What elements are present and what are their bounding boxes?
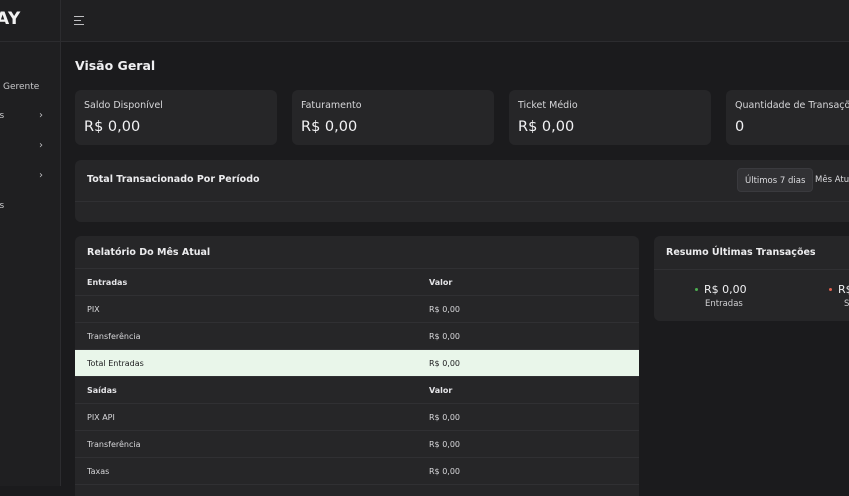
sidebar: AY Gerente as › › › es xyxy=(0,0,61,486)
summary-label: Entradas xyxy=(705,299,743,309)
sidebar-item-gerente[interactable]: Gerente xyxy=(3,82,39,92)
page-title: Visão Geral xyxy=(75,58,156,73)
period-chart-card: Total Transacionado Por Período Últimos … xyxy=(75,160,849,222)
table-row: PIX API R$ 0,00 xyxy=(75,404,639,431)
table-cell: Entradas xyxy=(87,278,128,287)
table-cell: R$ 0,00 xyxy=(429,305,461,314)
summary-card: Resumo Últimas Transações R$ 0,00 Entrad… xyxy=(654,236,849,321)
sidebar-item-4[interactable]: es xyxy=(0,201,4,211)
stat-value: R$ 0,00 xyxy=(518,119,575,135)
stat-value: 0 xyxy=(735,119,745,135)
table-cell: R$ 0,00 xyxy=(429,440,461,449)
summary-value: R$ xyxy=(838,283,849,296)
chevron-right-icon[interactable]: › xyxy=(39,110,43,121)
stat-card-quantidade: Quantidade de Transaçõe 0 xyxy=(726,90,849,145)
sidebar-item-1[interactable]: as xyxy=(0,111,4,121)
stat-label: Quantidade de Transaçõe xyxy=(735,100,849,111)
stat-card-ticket-medio: Ticket Médio R$ 0,00 xyxy=(509,90,711,145)
table-cell: R$ 0,00 xyxy=(429,467,461,476)
topbar xyxy=(61,0,849,42)
card-title: Resumo Últimas Transações xyxy=(666,247,816,258)
table-cell: PIX API xyxy=(87,413,115,422)
summary-label: S xyxy=(844,299,849,309)
table-row: Taxas R$ 0,00 xyxy=(75,458,639,485)
period-button-7-dias[interactable]: Últimos 7 dias xyxy=(737,168,814,192)
stat-label: Ticket Médio xyxy=(518,100,578,111)
sidebar-divider xyxy=(0,41,60,42)
table-row: PIX R$ 0,00 xyxy=(75,296,639,323)
table-cell: Saídas xyxy=(87,386,117,395)
table-cell: R$ 0,00 xyxy=(429,359,461,368)
stat-label: Faturamento xyxy=(301,100,362,111)
card-title: Relatório Do Mês Atual xyxy=(87,247,211,258)
red-dot-icon xyxy=(829,287,832,291)
hamburger-menu-icon[interactable] xyxy=(74,16,84,25)
brand-logo[interactable]: AY xyxy=(0,9,21,29)
stat-label: Saldo Disponível xyxy=(84,100,163,111)
table-cell: R$ 0,00 xyxy=(429,332,461,341)
table-header-row: Saídas Valor xyxy=(75,377,639,404)
stat-card-faturamento: Faturamento R$ 0,00 xyxy=(292,90,494,145)
table-row: Transferência R$ 0,00 xyxy=(75,323,639,350)
report-header: Relatório Do Mês Atual xyxy=(75,236,639,269)
table-cell: Valor xyxy=(429,278,453,287)
table-cell: Transferência xyxy=(87,332,141,341)
table-total-row: Total Entradas R$ 0,00 xyxy=(75,350,639,377)
table-cell: R$ 0,00 xyxy=(429,413,461,422)
table-cell: Valor xyxy=(429,386,453,395)
table-cell: Total Entradas xyxy=(87,359,144,368)
summary-value-entradas: R$ 0,00 xyxy=(695,283,747,296)
green-dot-icon xyxy=(695,287,698,291)
table-row: Transferência R$ 0,00 xyxy=(75,431,639,458)
summary-value-saidas: R$ xyxy=(829,283,849,296)
period-button-mes-atual[interactable]: Mês Atual xyxy=(808,168,849,192)
table-cell: Taxas xyxy=(87,467,110,476)
stat-value: R$ 0,00 xyxy=(84,119,141,135)
chevron-right-icon[interactable]: › xyxy=(39,140,43,151)
table-cell: Transferência xyxy=(87,440,141,449)
card-divider xyxy=(75,201,849,202)
table-cell: PIX xyxy=(87,305,100,314)
card-divider xyxy=(654,269,849,270)
table-header-row: Entradas Valor xyxy=(75,269,639,296)
report-card: Relatório Do Mês Atual Entradas Valor PI… xyxy=(75,236,639,496)
summary-value: R$ 0,00 xyxy=(704,283,747,296)
stat-card-saldo: Saldo Disponível R$ 0,00 xyxy=(75,90,277,145)
card-title: Total Transacionado Por Período xyxy=(87,174,260,185)
stat-value: R$ 0,00 xyxy=(301,119,358,135)
chevron-right-icon[interactable]: › xyxy=(39,170,43,181)
